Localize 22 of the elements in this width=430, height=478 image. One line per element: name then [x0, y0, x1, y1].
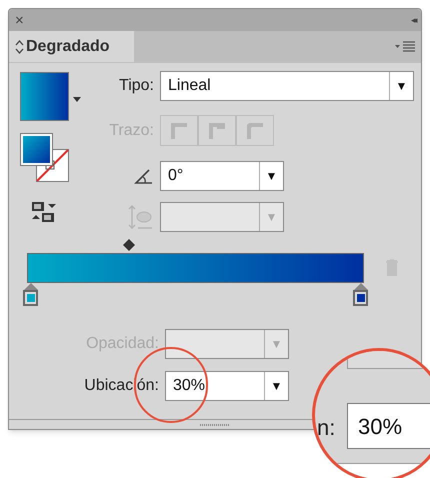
caret-icon[interactable] — [73, 97, 81, 102]
location-field[interactable]: 30% ▼ — [165, 371, 289, 401]
gradient-swatch[interactable] — [20, 72, 69, 121]
resize-grip-icon — [199, 422, 231, 426]
label-fragment: n: — [317, 414, 336, 442]
panel-menu-icon[interactable] — [395, 40, 415, 52]
collapse-button[interactable]: ◂◂ — [411, 16, 415, 24]
midpoint-diamond-icon[interactable] — [123, 239, 135, 251]
expand-arrows-icon — [15, 40, 24, 54]
close-button[interactable]: × — [15, 12, 24, 28]
swap-gradient-icon[interactable] — [30, 201, 58, 223]
field-label: Tipo: — [118, 76, 154, 96]
location-field: 30% — [347, 403, 430, 449]
angle-field[interactable]: 0° ▼ — [160, 161, 284, 191]
angle-icon — [134, 168, 154, 184]
color-stop[interactable] — [23, 283, 38, 307]
color-stop[interactable] — [353, 283, 368, 307]
gradient-bar[interactable] — [27, 253, 364, 283]
aspect-ratio-icon — [128, 204, 154, 230]
type-dropdown[interactable]: Lineal ▼ — [160, 71, 414, 101]
panel-tab[interactable]: Degradado — [9, 31, 134, 62]
fill-stroke-icon — [20, 133, 70, 183]
